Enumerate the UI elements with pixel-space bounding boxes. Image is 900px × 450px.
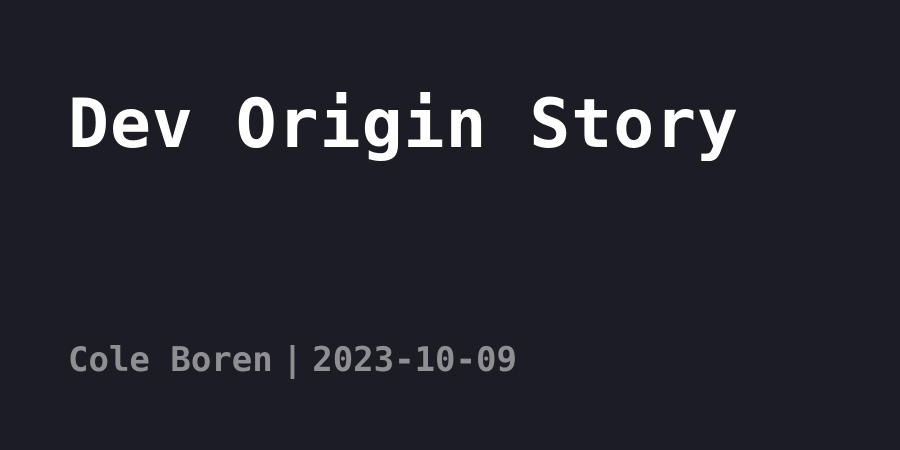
- meta-separator: |: [282, 340, 303, 380]
- post-date: 2023-10-09: [312, 340, 517, 380]
- post-meta: Cole Boren | 2023-10-09: [68, 340, 517, 381]
- author-name: Cole Boren: [68, 340, 273, 380]
- post-title: Dev Origin Story: [68, 85, 740, 164]
- social-card: Dev Origin Story Cole Boren | 2023-10-09: [0, 0, 900, 450]
